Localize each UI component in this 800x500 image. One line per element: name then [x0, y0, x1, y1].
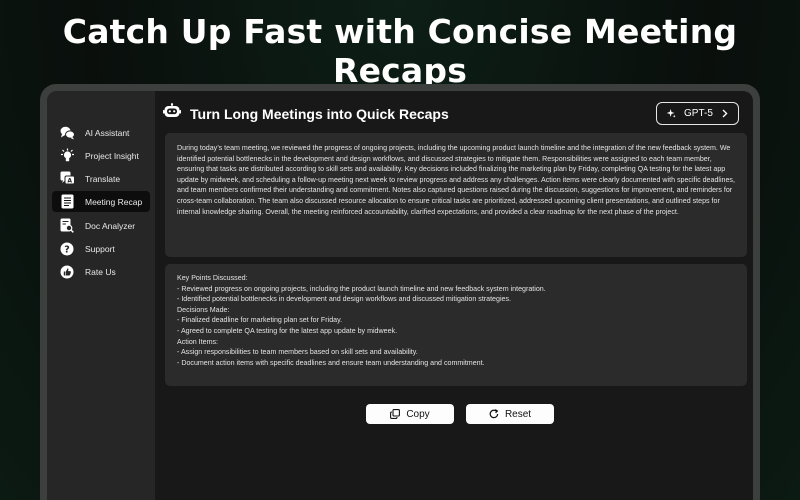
transcript-text: During today’s team meeting, we reviewed… [177, 144, 735, 216]
copy-button[interactable]: Copy [366, 404, 454, 424]
sidebar-item-project-insight[interactable]: Project Insight [52, 145, 150, 166]
summary-line: - Agreed to complete QA testing for the … [177, 326, 398, 335]
summary-line: - Identified potential bottlenecks in de… [177, 295, 511, 304]
sparkle-icon [667, 109, 676, 118]
summary-line: Action Items: [177, 337, 219, 346]
sidebar-item-rate-us[interactable]: Rate Us [52, 261, 150, 282]
summary-line: Key Points Discussed: [177, 274, 248, 282]
sidebar-item-translate[interactable]: A Translate [52, 168, 150, 189]
sidebar-item-label: Translate [85, 173, 121, 184]
chevron-right-icon [722, 109, 728, 118]
main-content: Turn Long Meetings into Quick Recaps GPT… [155, 91, 753, 500]
sidebar-item-doc-analyzer[interactable]: Doc Analyzer [52, 215, 150, 236]
summary-line: - Reviewed progress on ongoing projects,… [177, 284, 546, 293]
app-window: AI Assistant Project Insight A Translate… [47, 91, 753, 500]
sidebar-item-ai-assistant[interactable]: AI Assistant [52, 122, 150, 143]
summary-line: - Document action items with specific de… [177, 358, 485, 367]
doc-search-icon [59, 218, 75, 234]
reset-button-label: Reset [504, 408, 532, 420]
transcript-input[interactable]: During today’s team meeting, we reviewed… [165, 133, 747, 257]
headline: Catch Up Fast with Concise Meeting Recap… [62, 12, 738, 90]
sidebar-item-label: Support [85, 243, 115, 254]
reset-button[interactable]: Reset [466, 404, 554, 424]
reset-icon [489, 409, 499, 419]
translate-icon: A [59, 171, 75, 187]
sidebar-item-label: Meeting Recap [85, 196, 143, 207]
chat-bubbles-icon [59, 125, 75, 141]
sidebar-item-label: Doc Analyzer [85, 220, 136, 231]
sidebar-item-label: AI Assistant [85, 127, 130, 138]
sidebar-item-label: Rate Us [85, 266, 116, 277]
help-icon: ? [59, 241, 75, 257]
summary-line: - Assign responsibilities to team member… [177, 348, 418, 357]
thumbs-up-icon [59, 264, 75, 280]
sidebar-item-label: Project Insight [85, 150, 139, 161]
copy-button-label: Copy [406, 408, 430, 420]
recap-output: Key Points Discussed: - Reviewed progres… [165, 264, 747, 386]
document-icon [59, 194, 75, 210]
sidebar-item-meeting-recap[interactable]: Meeting Recap [52, 191, 150, 212]
sidebar-item-support[interactable]: ? Support [52, 238, 150, 259]
page-title: Turn Long Meetings into Quick Recaps [190, 106, 449, 122]
sidebar: AI Assistant Project Insight A Translate… [47, 91, 155, 500]
lightbulb-icon [59, 148, 75, 164]
model-selector-button[interactable]: GPT-5 [656, 102, 739, 125]
summary-line: Decisions Made: [177, 305, 230, 314]
model-selector-label: GPT-5 [684, 108, 713, 119]
summary-line: - Finalized deadline for marketing plan … [177, 316, 343, 325]
robot-icon [163, 103, 181, 125]
page-header: Turn Long Meetings into Quick Recaps [163, 103, 449, 125]
svg-text:A: A [67, 178, 72, 185]
svg-text:?: ? [64, 244, 70, 255]
copy-icon [390, 409, 401, 419]
